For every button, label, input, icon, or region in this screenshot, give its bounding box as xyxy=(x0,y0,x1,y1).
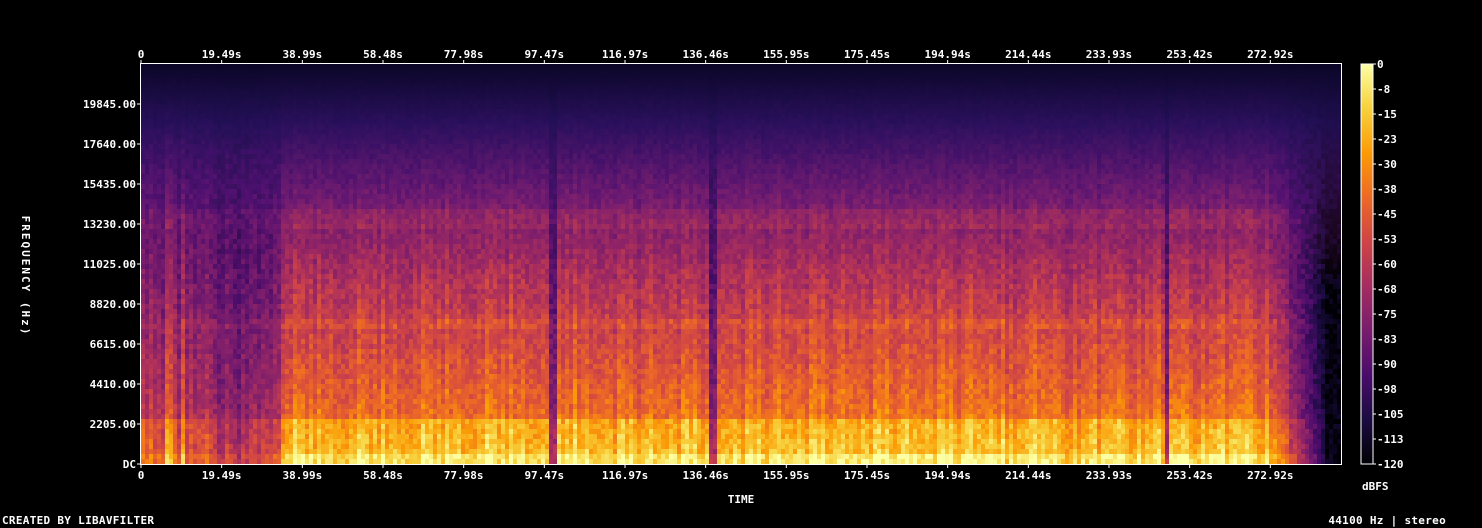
spectrogram-chart: 0 19.49s 38.99s 58.48s 77.98s 97.47s 116.97s 13… xyxy=(19,48,1404,506)
